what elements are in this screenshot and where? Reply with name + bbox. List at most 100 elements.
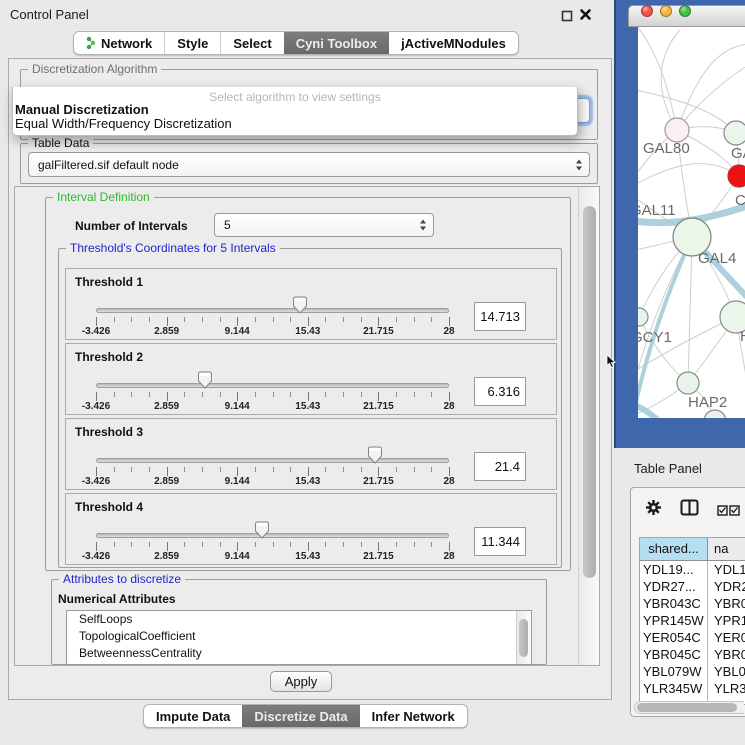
table-cell: YPR1 <box>708 612 745 629</box>
table-cell: YBL079W <box>640 663 708 680</box>
list-scrollbar[interactable] <box>516 611 531 664</box>
network-edge <box>638 164 739 190</box>
table-cell: YBR0 <box>708 646 745 663</box>
tab-jactivemnodules[interactable]: jActiveMNodules <box>389 32 518 54</box>
slider-tick-label: -3.426 <box>82 551 110 562</box>
threshold-value-field[interactable]: 11.344 <box>474 527 526 556</box>
column-header-1[interactable]: shared... <box>640 538 708 560</box>
algorithm-option-equal-width-frequency-discretization[interactable]: Equal Width/Frequency Discretization <box>15 116 232 131</box>
attribute-item-betweennesscentrality[interactable]: BetweennessCentrality <box>67 645 531 662</box>
table-data-combobox[interactable]: galFiltered.sif default node <box>28 152 590 177</box>
network-node-label: GAL11 <box>638 202 676 219</box>
tab-label: jActiveMNodules <box>401 36 506 51</box>
network-node[interactable] <box>638 308 648 326</box>
tab-impute-data[interactable]: Impute Data <box>144 705 242 727</box>
close-icon[interactable] <box>579 8 592 26</box>
network-node-label: GAL80 <box>643 140 690 157</box>
slider-tick-label: 9.144 <box>225 326 250 337</box>
table-cell: YER0 <box>708 629 745 646</box>
tab-label: Cyni Toolbox <box>296 36 377 51</box>
slider-tick-label: -3.426 <box>82 476 110 487</box>
threshold-slider-thumb[interactable] <box>254 521 270 540</box>
apply-button[interactable]: Apply <box>270 671 332 692</box>
column-select-icon[interactable] <box>717 503 741 521</box>
list-scrollbar-thumb[interactable] <box>519 619 528 657</box>
traffic-light-zoom[interactable] <box>679 5 691 17</box>
network-node-label: HAP2 <box>688 394 727 411</box>
threshold-value-field[interactable]: 21.4 <box>474 452 526 481</box>
attribute-item-topologicalcoefficient[interactable]: TopologicalCoefficient <box>67 628 531 645</box>
vertical-scrollbar[interactable] <box>578 187 600 665</box>
table-row[interactable]: YDL19...YDL1 <box>640 561 745 578</box>
number-of-intervals-combobox[interactable]: 5 <box>214 213 434 237</box>
tab-style[interactable]: Style <box>164 32 220 54</box>
table-data-combobox-value: galFiltered.sif default node <box>38 158 179 172</box>
network-node[interactable] <box>724 121 745 145</box>
slider-tick-label: 15.43 <box>295 326 320 337</box>
table-panel: shared...naYDL19...YDL1YDR27...YDR2YBR04… <box>630 487 745 717</box>
slider-tick-label: 15.43 <box>295 401 320 412</box>
threshold-panel-4: Threshold 4-3.4262.8599.14415.4321.71528… <box>65 493 557 565</box>
slider-ticks <box>96 392 450 402</box>
tab-cyni-toolbox[interactable]: Cyni Toolbox <box>284 32 389 54</box>
network-node[interactable] <box>665 118 689 142</box>
gear-icon[interactable] <box>645 499 662 521</box>
threshold-slider-track[interactable] <box>96 308 449 313</box>
tab-network[interactable]: Network <box>74 32 164 54</box>
network-node[interactable] <box>728 165 745 187</box>
threshold-value-field[interactable]: 14.713 <box>474 302 526 331</box>
table-row[interactable]: YDR27...YDR2 <box>640 578 745 595</box>
attribute-item-selfloops[interactable]: SelfLoops <box>67 611 531 628</box>
interval-definition-group: Interval Definition Number of Intervals … <box>45 197 571 571</box>
threshold-panel-3: Threshold 3-3.4262.8599.14415.4321.71528… <box>65 418 557 490</box>
numerical-attributes-list[interactable]: SelfLoopsTopologicalCoefficientBetweenne… <box>66 610 532 665</box>
slider-tick-label: 2.859 <box>154 401 179 412</box>
tab-label: Impute Data <box>156 709 230 724</box>
slider-tick-label: 28 <box>443 401 454 412</box>
tab-infer-network[interactable]: Infer Network <box>360 705 467 727</box>
traffic-light-close[interactable] <box>641 5 653 17</box>
threshold-slider-track[interactable] <box>96 383 449 388</box>
network-node[interactable] <box>677 372 699 394</box>
table-horizontal-scrollbar[interactable] <box>634 701 744 714</box>
threshold-value-field[interactable]: 6.316 <box>474 377 526 406</box>
threshold-label: Threshold 3 <box>75 425 143 439</box>
network-graph: GAL80GACGAL11GAL4GCY1HHAP2 <box>638 27 745 418</box>
tab-select[interactable]: Select <box>220 32 283 54</box>
network-canvas[interactable]: GAL80GACGAL11GAL4GCY1HHAP2 <box>638 27 745 418</box>
table-row[interactable]: YBL079WYBL0 <box>640 663 745 680</box>
slider-tick-label: 21.715 <box>363 476 394 487</box>
threshold-slider-track[interactable] <box>96 458 449 463</box>
algorithm-dropdown-popup: Select algorithm to view settings Manual… <box>12 87 578 136</box>
tab-discretize-data[interactable]: Discretize Data <box>242 705 359 727</box>
vertical-scrollbar-thumb[interactable] <box>583 206 596 578</box>
algorithm-option-manual-discretization[interactable]: Manual Discretization <box>15 102 149 117</box>
column-header-2[interactable]: na <box>708 538 745 560</box>
table-cell: YPR145W <box>640 612 708 629</box>
top-tab-bar: Network Style Select Cyni Toolbox jActiveMNo… <box>73 31 519 55</box>
table-row[interactable]: YBR043CYBR0 <box>640 595 745 612</box>
threshold-slider-thumb[interactable] <box>197 371 213 390</box>
traffic-light-minimize[interactable] <box>660 5 672 17</box>
network-node[interactable] <box>704 410 726 418</box>
threshold-slider-thumb[interactable] <box>292 296 308 315</box>
network-window: GAL80GACGAL11GAL4GCY1HHAP2 <box>614 0 745 448</box>
threshold-slider-track[interactable] <box>96 533 449 538</box>
slider-tick-label: 21.715 <box>363 326 394 337</box>
slider-tick-label: 28 <box>443 326 454 337</box>
slider-tick-label: 2.859 <box>154 326 179 337</box>
table-row[interactable]: YER054CYER0 <box>640 629 745 646</box>
slider-tick-label: 28 <box>443 476 454 487</box>
tab-label: Style <box>177 36 208 51</box>
thresholds-group: Threshold's Coordinates for 5 Intervals … <box>58 248 562 568</box>
table-row[interactable]: YBR045CYBR0 <box>640 646 745 663</box>
table-row[interactable]: YPR145WYPR1 <box>640 612 745 629</box>
table-cell: YBL0 <box>708 663 745 680</box>
float-icon[interactable] <box>561 9 573 27</box>
threshold-slider-thumb[interactable] <box>367 446 383 465</box>
split-view-icon[interactable] <box>680 499 699 521</box>
table-horizontal-scrollbar-thumb[interactable] <box>637 703 737 712</box>
table-row[interactable]: YLR345WYLR3 <box>640 680 745 697</box>
group-title: Interval Definition <box>53 190 154 205</box>
slider-ticks <box>96 467 450 477</box>
